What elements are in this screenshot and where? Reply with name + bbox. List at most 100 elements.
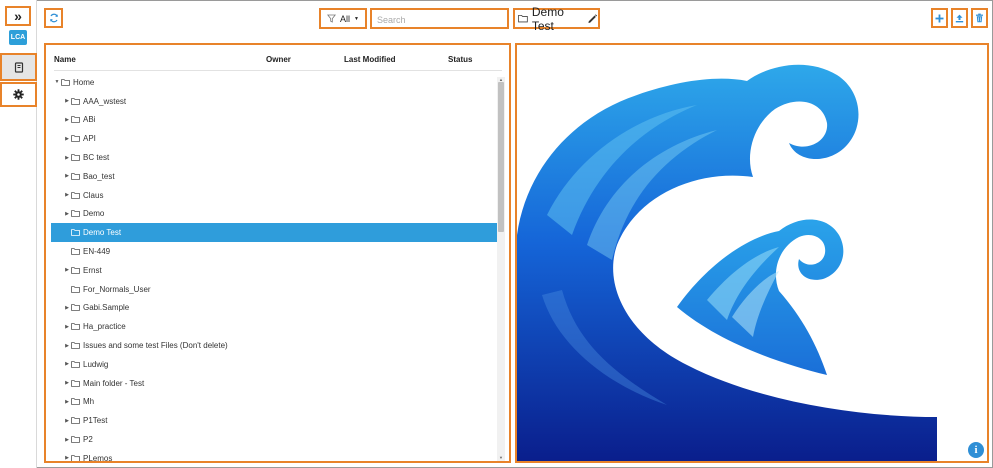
tree-row[interactable]: ▶ Main folder - Test xyxy=(51,374,497,393)
tree-row-label: ABi xyxy=(83,115,96,125)
tree-row-label: BC test xyxy=(83,153,110,163)
folder-icon-wrap xyxy=(71,97,80,105)
folder-icon-wrap xyxy=(71,342,80,349)
folder-icon-wrap xyxy=(71,361,80,368)
info-button[interactable]: i xyxy=(968,442,984,458)
caret-right-icon[interactable]: ▶ xyxy=(64,136,70,142)
caret-right-icon[interactable]: ▶ xyxy=(64,437,70,443)
tree-row-label: AAA_wstest xyxy=(83,96,127,106)
filter-dropdown[interactable]: All ▼ xyxy=(319,8,367,29)
folder-icon-wrap xyxy=(71,285,80,293)
tree-row[interactable]: Demo Test xyxy=(51,223,497,243)
folder-icon-wrap xyxy=(71,191,80,199)
tree-row-label: EN-449 xyxy=(83,247,111,257)
tree-row[interactable]: EN-449 xyxy=(51,242,497,261)
tree-row-label: Gabi.Sample xyxy=(83,303,130,313)
column-name[interactable]: Name xyxy=(54,55,76,64)
tree-row[interactable]: ▶ Bao_test xyxy=(51,167,497,186)
tree-row-label: Ha_practice xyxy=(83,322,126,332)
caret-right-icon[interactable]: ▶ xyxy=(64,117,70,123)
column-last-modified[interactable]: Last Modified xyxy=(344,55,396,64)
filter-icon xyxy=(327,14,337,23)
folder-icon-wrap xyxy=(71,417,80,425)
lca-badge[interactable]: LCA xyxy=(9,30,27,45)
gear-icon xyxy=(13,89,24,100)
tree-row[interactable]: ▶ Ha_practice xyxy=(51,317,497,336)
trash-icon xyxy=(976,13,983,23)
folder-icon-wrap xyxy=(71,135,80,143)
folder-icon-wrap xyxy=(71,173,80,180)
tree-row[interactable]: ▶ Demo xyxy=(51,205,497,224)
tree-rows: ▼ Home ▶ AAA_wstest ▶ ABi ▶ API ▶ BC test ▶ Bao_tes… xyxy=(51,73,497,461)
caret-right-icon[interactable]: ▶ xyxy=(64,267,70,273)
tree-row[interactable]: ▶ ABi xyxy=(51,111,497,130)
folder-icon xyxy=(71,436,80,443)
tree-row[interactable]: For_Normals_User xyxy=(51,280,497,299)
upload-button[interactable] xyxy=(951,8,968,28)
folder-title-text: Demo Test xyxy=(531,4,564,33)
delete-button[interactable] xyxy=(971,8,988,28)
scroll-down-arrow[interactable]: ▼ xyxy=(497,455,505,461)
add-button[interactable] xyxy=(931,8,948,28)
tree-row[interactable]: ▶ BC test xyxy=(51,148,497,167)
tree-row[interactable]: ▶ Ludwig xyxy=(51,355,497,374)
search-box[interactable] xyxy=(370,8,509,29)
caret-down-icon[interactable]: ▼ xyxy=(54,79,60,85)
folder-icon-wrap xyxy=(71,154,80,161)
tree-row[interactable]: ▶ P2 xyxy=(51,430,497,449)
filter-value: All xyxy=(340,13,351,24)
folder-icon-wrap xyxy=(61,79,70,86)
caret-right-icon[interactable]: ▶ xyxy=(64,361,70,367)
pencil-icon[interactable] xyxy=(587,13,598,25)
tree-row[interactable]: ▶ Ernst xyxy=(51,261,497,280)
caret-right-icon[interactable]: ▶ xyxy=(64,155,70,161)
folder-icon-wrap xyxy=(71,455,80,461)
folder-title[interactable]: Demo Test xyxy=(513,5,600,33)
folder-icon xyxy=(71,191,80,199)
folder-icon-wrap xyxy=(71,116,80,124)
caret-right-icon[interactable]: ▶ xyxy=(64,455,70,461)
folder-icon xyxy=(71,97,80,105)
column-status[interactable]: Status xyxy=(448,55,472,64)
tree-row[interactable]: ▶ PLemos xyxy=(51,449,497,461)
column-owner[interactable]: Owner xyxy=(266,55,291,64)
folder-icon xyxy=(61,79,70,86)
tree-row-label: Ernst xyxy=(83,265,102,275)
tree-row[interactable]: ▶ AAA_wstest xyxy=(51,92,497,111)
tree-row[interactable]: ▶ Gabi.Sample xyxy=(51,299,497,318)
tree-row[interactable]: ▼ Home xyxy=(51,73,497,92)
file-tree-panel: Name Owner Last Modified Status ▼ Home ▶ AA… xyxy=(44,43,511,463)
caret-right-icon[interactable]: ▶ xyxy=(64,305,70,311)
tree-row[interactable]: ▶ P1Test xyxy=(51,411,497,430)
folder-icon-wrap xyxy=(71,379,80,387)
refresh-button[interactable] xyxy=(44,8,63,28)
folder-icon xyxy=(71,210,80,218)
tree-row[interactable]: ▶ Claus xyxy=(51,186,497,205)
tree-scrollbar[interactable]: ▲ ▼ xyxy=(497,77,505,461)
caret-right-icon[interactable]: ▶ xyxy=(64,324,70,330)
folder-icon xyxy=(71,342,80,349)
search-input[interactable] xyxy=(372,11,507,29)
caret-right-icon[interactable]: ▶ xyxy=(64,380,70,386)
tree-row-label: Ludwig xyxy=(83,359,109,369)
caret-right-icon[interactable]: ▶ xyxy=(64,173,70,179)
folder-icon xyxy=(71,116,80,124)
folder-icon xyxy=(71,135,80,143)
expand-sidebar-button[interactable]: » xyxy=(5,6,31,26)
tree-row[interactable]: ▶ Mh xyxy=(51,393,497,412)
scroll-thumb[interactable] xyxy=(498,82,504,232)
folder-icon-wrap xyxy=(71,267,80,274)
caret-right-icon[interactable]: ▶ xyxy=(64,211,70,217)
settings-button[interactable] xyxy=(0,82,37,107)
caret-right-icon[interactable]: ▶ xyxy=(64,418,70,424)
tree-row[interactable]: ▶ API xyxy=(51,129,497,148)
caret-right-icon[interactable]: ▶ xyxy=(64,399,70,405)
caret-right-icon[interactable]: ▶ xyxy=(64,343,70,349)
folder-icon xyxy=(71,361,80,368)
wave-illustration xyxy=(517,64,937,461)
caret-right-icon[interactable]: ▶ xyxy=(64,192,70,198)
caret-right-icon[interactable]: ▶ xyxy=(64,98,70,104)
tree-row[interactable]: ▶ Issues and some test Files (Don't delet… xyxy=(51,336,497,355)
library-button[interactable] xyxy=(0,53,37,81)
tree-row-label: API xyxy=(83,134,96,144)
